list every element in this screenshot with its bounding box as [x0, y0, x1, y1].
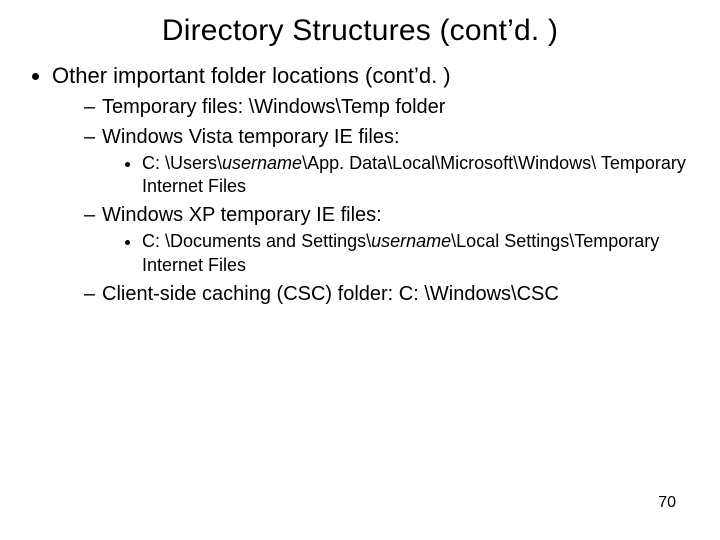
bullet-text: Other important folder locations (cont’d… — [52, 63, 451, 88]
italic-text: username — [222, 153, 302, 173]
list-item: Temporary files: \Windows\Temp folder — [86, 94, 696, 120]
bullet-text: C: \Users\ — [142, 153, 222, 173]
bullet-text: Windows Vista temporary IE files: — [102, 126, 400, 148]
bullet-list-level2: Temporary files: \Windows\Temp folder Wi… — [52, 94, 696, 308]
bullet-text: C: \Documents and Settings\ — [142, 231, 371, 251]
list-item: C: \Users\username\App. Data\Local\Micro… — [142, 152, 696, 199]
list-item: Client-side caching (CSC) folder: C: \Wi… — [86, 281, 696, 307]
list-item: Windows Vista temporary IE files: C: \Us… — [86, 124, 696, 199]
slide: Directory Structures (cont’d. ) Other im… — [0, 0, 720, 540]
italic-text: username — [371, 231, 451, 251]
bullet-list-level3: C: \Users\username\App. Data\Local\Micro… — [102, 152, 696, 199]
bullet-text: Temporary files: \Windows\Temp folder — [102, 96, 445, 118]
bullet-text: Client-side caching (CSC) folder: C: \Wi… — [102, 283, 559, 305]
list-item: Other important folder locations (cont’d… — [52, 62, 696, 307]
bullet-text: Windows XP temporary IE files: — [102, 204, 382, 226]
list-item: Windows XP temporary IE files: C: \Docum… — [86, 202, 696, 277]
list-item: C: \Documents and Settings\username\Loca… — [142, 230, 696, 277]
page-number: 70 — [658, 494, 676, 512]
bullet-list-level1: Other important folder locations (cont’d… — [24, 62, 696, 307]
bullet-list-level3: C: \Documents and Settings\username\Loca… — [102, 230, 696, 277]
slide-title: Directory Structures (cont’d. ) — [24, 14, 696, 48]
